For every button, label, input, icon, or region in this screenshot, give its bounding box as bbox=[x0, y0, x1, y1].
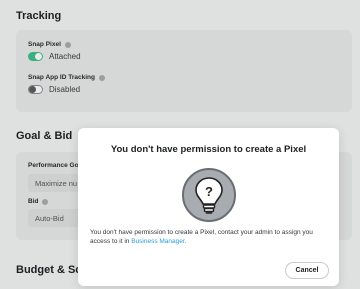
lightbulb-question-icon: ? bbox=[182, 168, 236, 222]
permission-modal: You don't have permission to create a Pi… bbox=[78, 128, 339, 286]
cancel-button[interactable]: Cancel bbox=[285, 262, 329, 279]
svg-text:?: ? bbox=[205, 184, 213, 199]
modal-title: You don't have permission to create a Pi… bbox=[110, 144, 307, 155]
business-manager-link[interactable]: Business Manager. bbox=[131, 238, 186, 245]
modal-body: You don't have permission to create a Pi… bbox=[90, 229, 313, 245]
